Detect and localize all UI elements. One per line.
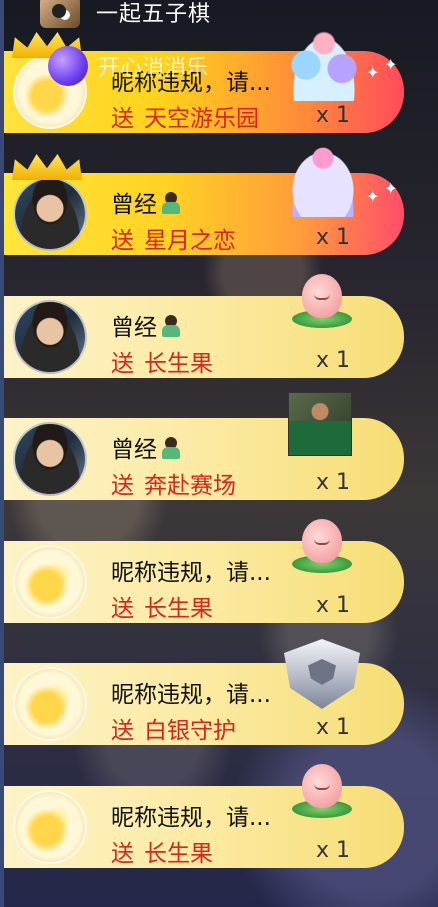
send-label: 送: [111, 228, 134, 254]
gift-count: x 1: [316, 470, 351, 495]
gomoku-icon: [40, 0, 80, 28]
sender-name: 曾经: [111, 430, 183, 464]
top-game-entry[interactable]: 一起五子棋: [40, 0, 211, 28]
send-label: 送: [111, 106, 134, 132]
gift-line: 送长生果: [111, 834, 213, 868]
avatar[interactable]: [13, 177, 87, 251]
gift-message-card[interactable]: 昵称违规，请... 送天空游乐园 x 1 ✦ ✦: [4, 29, 404, 133]
sender-name: 昵称违规，请...: [111, 805, 271, 831]
gift-line: 送奔赴赛场: [111, 466, 236, 500]
gift-name: 白银守护: [144, 718, 236, 744]
gift-count: x 1: [316, 225, 351, 250]
sparkle-icon: ✦: [366, 63, 380, 82]
send-label: 送: [111, 718, 134, 744]
gift-line: 送长生果: [111, 589, 213, 623]
avatar[interactable]: [13, 545, 87, 619]
crown-icon: [12, 154, 82, 180]
gift-count: x 1: [316, 838, 351, 863]
gift-count: x 1: [316, 715, 351, 740]
person-emoji-icon: [159, 437, 183, 459]
gift-name: 天空游乐园: [144, 106, 259, 132]
gift-line: 送星月之恋: [111, 221, 236, 255]
gift-count: x 1: [316, 103, 351, 128]
gift-name: 长生果: [144, 351, 213, 377]
sky-amusement-park-icon: [288, 29, 360, 101]
sender-name: 昵称违规，请...: [111, 70, 271, 96]
send-label: 送: [111, 596, 134, 622]
gift-name: 长生果: [144, 596, 213, 622]
send-label: 送: [111, 841, 134, 867]
crown-icon: [12, 32, 82, 58]
gift-line: 送长生果: [111, 344, 213, 378]
avatar[interactable]: [13, 55, 87, 129]
gift-count: x 1: [316, 593, 351, 618]
silver-shield-icon: [284, 639, 360, 709]
gift-name: 长生果: [144, 841, 213, 867]
gift-name: 奔赴赛场: [144, 473, 236, 499]
person-emoji-icon: [159, 192, 183, 214]
gift-message-card[interactable]: 昵称违规，请... 送白银守护 x 1: [4, 639, 404, 745]
sender-name: 昵称违规，请...: [111, 560, 271, 586]
send-label: 送: [111, 351, 134, 377]
gift-name: 星月之恋: [144, 228, 236, 254]
soccer-player-icon: [288, 392, 352, 456]
gift-count: x 1: [316, 348, 351, 373]
person-emoji-icon: [159, 315, 183, 337]
sparkle-icon: ✦: [366, 187, 380, 206]
gift-message-card[interactable]: 曾经 送奔赴赛场 x 1: [4, 392, 404, 500]
gift-message-card[interactable]: 曾经 送星月之恋 x 1 ✦ ✦: [4, 147, 404, 255]
peach-icon: [292, 268, 352, 330]
gift-line: 送白银守护: [111, 711, 236, 745]
gift-message-card[interactable]: 昵称违规，请... 送长生果 x 1: [4, 519, 404, 623]
star-moon-love-carousel-icon: [288, 147, 358, 217]
sender-name: 昵称违规，请...: [111, 682, 271, 708]
top-game-label: 一起五子棋: [96, 2, 212, 27]
gift-message-card[interactable]: 昵称违规，请... 送长生果 x 1: [4, 764, 404, 868]
sender-name: 曾经: [111, 308, 183, 342]
avatar[interactable]: [13, 667, 87, 741]
sender-name: 曾经: [111, 185, 183, 219]
sparkle-icon: ✦: [384, 179, 398, 198]
send-label: 送: [111, 473, 134, 499]
avatar[interactable]: [13, 422, 87, 496]
peach-icon: [292, 513, 352, 575]
avatar[interactable]: [13, 790, 87, 864]
gift-message-card[interactable]: 曾经 送长生果 x 1: [4, 274, 404, 378]
sparkle-icon: ✦: [384, 55, 398, 74]
avatar[interactable]: [13, 300, 87, 374]
gift-line: 送天空游乐园: [111, 99, 259, 133]
peach-icon: [292, 758, 352, 820]
